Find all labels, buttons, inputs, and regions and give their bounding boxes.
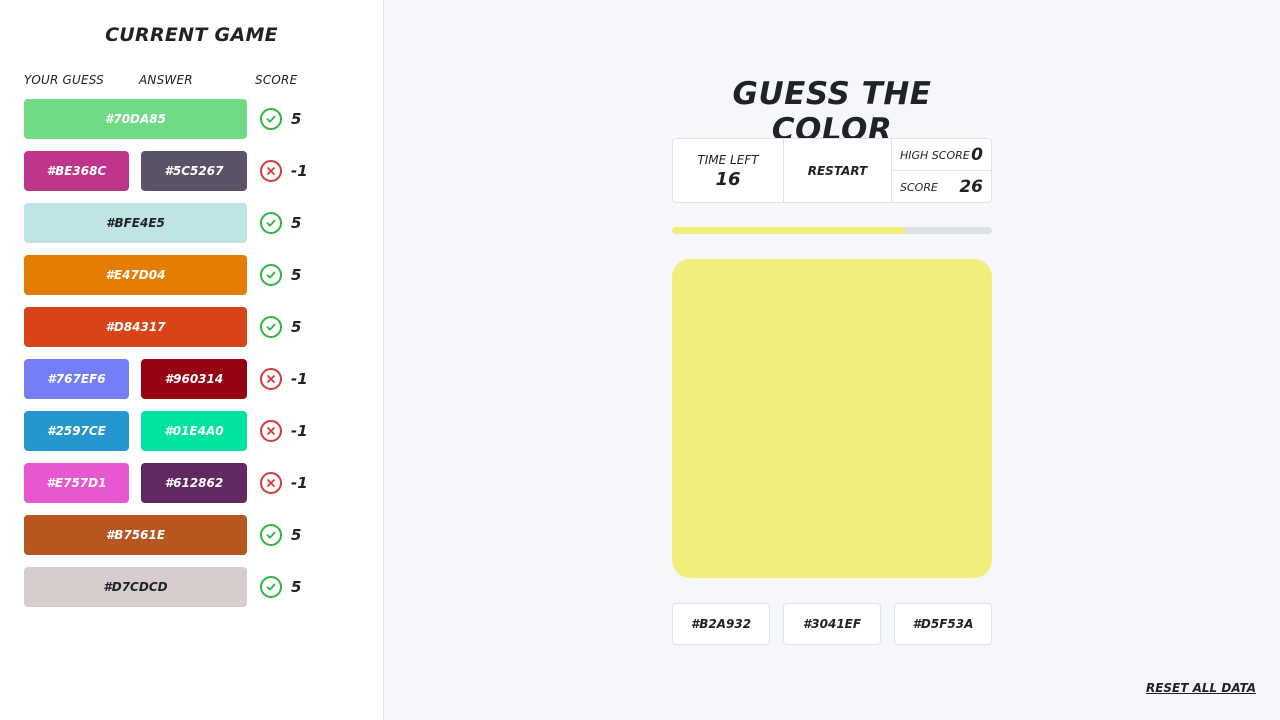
- header-answer: ANSWER: [139, 73, 193, 87]
- guess-color-chip: #E757D1: [24, 463, 129, 503]
- panel-title: CURRENT GAME: [105, 24, 278, 46]
- history-row: #BFE4E5 5: [24, 203, 364, 243]
- history-row: #E47D04 5: [24, 255, 364, 295]
- row-score: 5: [291, 318, 302, 336]
- row-score: 5: [291, 526, 302, 544]
- header-your-guess: YOUR GUESS: [24, 73, 104, 87]
- score-label: SCORE: [900, 181, 938, 194]
- history-row: #767EF6 #960314 -1: [24, 359, 364, 399]
- current-game-panel: CURRENT GAME YOUR GUESS ANSWER SCORE #70…: [0, 0, 384, 720]
- time-left-label: TIME LEFT: [697, 153, 759, 167]
- history-row: #D7CDCD 5: [24, 567, 364, 607]
- check-circle-icon: [260, 524, 282, 546]
- high-score-value: 0: [971, 145, 983, 165]
- guess-color-chip: #70DA85: [24, 99, 247, 139]
- row-score: 5: [291, 110, 302, 128]
- guess-history-list: #70DA85 5 #BE368C #5C5267 -1 #BFE4E5 5 #E47D04 5…: [24, 99, 364, 619]
- time-progress-bar: [672, 227, 992, 234]
- target-color-swatch: [672, 259, 992, 578]
- history-row: #D84317 5: [24, 307, 364, 347]
- color-option-button[interactable]: #D5F53A: [894, 603, 992, 645]
- color-option-button[interactable]: #3041EF: [783, 603, 881, 645]
- x-circle-icon: [260, 368, 282, 390]
- guess-color-chip: #BE368C: [24, 151, 129, 191]
- scores-box: HIGH SCORE 0 SCORE 26: [892, 139, 991, 202]
- row-score: 5: [291, 266, 302, 284]
- guess-color-chip: #E47D04: [24, 255, 247, 295]
- answer-color-chip: #5C5267: [141, 151, 247, 191]
- time-left-box: TIME LEFT 16: [673, 139, 784, 202]
- time-progress-fill: [672, 227, 906, 234]
- row-score: -1: [291, 422, 308, 440]
- stats-bar: TIME LEFT 16 RESTART HIGH SCORE 0 SCORE …: [672, 138, 992, 203]
- row-score: 5: [291, 214, 302, 232]
- header-score: SCORE: [255, 73, 298, 87]
- guess-color-chip: #D84317: [24, 307, 247, 347]
- answer-color-chip: #960314: [141, 359, 247, 399]
- guess-color-chip: #2597CE: [24, 411, 129, 451]
- check-circle-icon: [260, 316, 282, 338]
- reset-all-data-link[interactable]: RESET ALL DATA: [1146, 681, 1256, 695]
- high-score-row: HIGH SCORE 0: [892, 139, 991, 171]
- restart-button[interactable]: RESTART: [784, 139, 892, 202]
- score-value: 26: [959, 177, 983, 197]
- check-circle-icon: [260, 108, 282, 130]
- x-circle-icon: [260, 420, 282, 442]
- check-circle-icon: [260, 576, 282, 598]
- guess-color-chip: #D7CDCD: [24, 567, 247, 607]
- guess-color-chip: #B7561E: [24, 515, 247, 555]
- x-circle-icon: [260, 160, 282, 182]
- row-score: 5: [291, 578, 302, 596]
- history-row: #2597CE #01E4A0 -1: [24, 411, 364, 451]
- row-score: -1: [291, 370, 308, 388]
- x-circle-icon: [260, 472, 282, 494]
- high-score-label: HIGH SCORE: [900, 149, 970, 162]
- check-circle-icon: [260, 264, 282, 286]
- answer-color-chip: #01E4A0: [141, 411, 247, 451]
- answer-color-chip: #612862: [141, 463, 247, 503]
- row-score: -1: [291, 162, 308, 180]
- guess-color-chip: #BFE4E5: [24, 203, 247, 243]
- score-row: SCORE 26: [892, 171, 991, 202]
- history-row: #B7561E 5: [24, 515, 364, 555]
- guess-color-chip: #767EF6: [24, 359, 129, 399]
- color-option-button[interactable]: #B2A932: [672, 603, 770, 645]
- history-row: #70DA85 5: [24, 99, 364, 139]
- check-circle-icon: [260, 212, 282, 234]
- row-score: -1: [291, 474, 308, 492]
- history-row: #E757D1 #612862 -1: [24, 463, 364, 503]
- history-row: #BE368C #5C5267 -1: [24, 151, 364, 191]
- time-left-value: 16: [715, 169, 741, 190]
